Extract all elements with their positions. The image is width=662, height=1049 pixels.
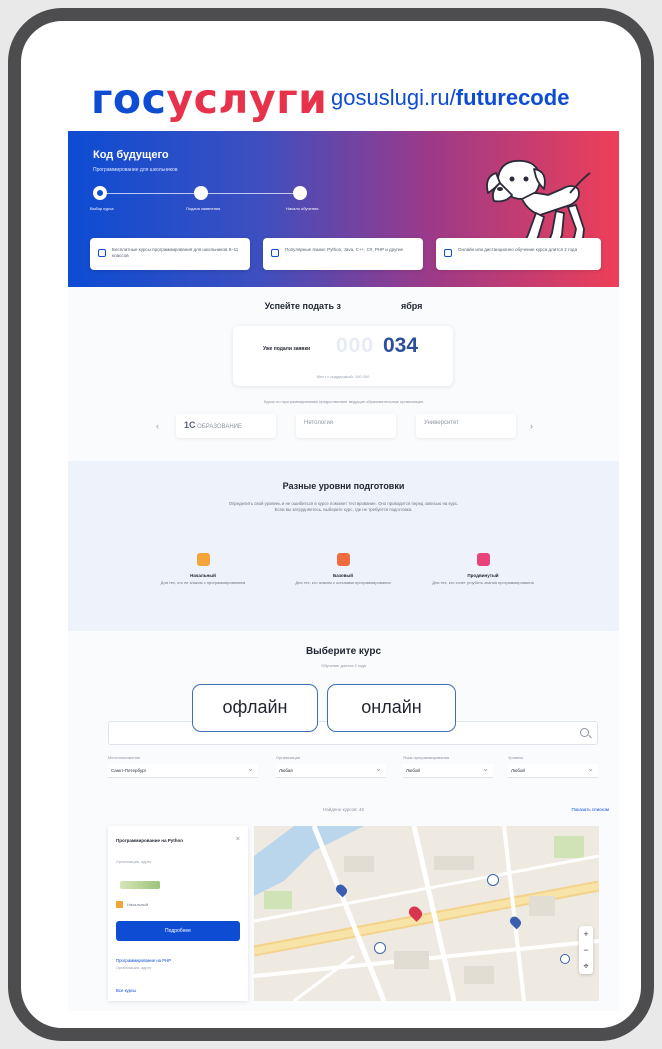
deadline-title: Успейте подать з ября (264, 301, 423, 311)
online-mode-button[interactable]: онлайн (327, 684, 456, 732)
website-screenshot: Код будущего Программирование для школьн… (68, 131, 619, 1011)
level-advanced-icon (476, 553, 490, 566)
level-advanced: Продвинутый Для тех, кто хочет углубить … (428, 553, 538, 585)
partners-next-arrow[interactable]: › (530, 421, 533, 431)
step-1-label: Выбор курса (90, 206, 114, 211)
courses-map[interactable]: + − ⌖ (254, 826, 599, 1001)
all-courses-link[interactable]: Все курсы (116, 988, 136, 993)
course-result-card: Программирование на Python × Организация… (108, 826, 248, 1001)
partners-carousel: 1С ОБРАЗОВАНИЕ Нетология Университет (166, 414, 526, 440)
levels-title: Разные уровни подготовки (282, 481, 405, 491)
level-basic-icon (336, 553, 350, 566)
level-beginner: Начальный Для тех, кто не знаком с прогр… (148, 553, 258, 585)
level-beginner-icon (196, 553, 210, 566)
feature-card-3: Онлайн или дистанционно обучение курса д… (436, 238, 601, 270)
device-frame: госуслуги gosuslugi.ru/futurecode Код бу… (8, 8, 654, 1041)
step-2-label: Подача заявления (186, 206, 221, 211)
hero-subtitle: Программирование для школьников (93, 167, 178, 173)
partner-logo-3[interactable]: Университет (416, 414, 516, 438)
filter-organization[interactable]: Организация Любая (276, 755, 386, 778)
show-list-link[interactable]: Показать списком (572, 807, 609, 812)
book-icon (271, 249, 279, 257)
course-title: Выберите курс (305, 646, 382, 657)
course-details-button[interactable]: Подробнее (116, 921, 240, 941)
feature-card-2: Популярные языки: Python, Java, C++, C#,… (263, 238, 423, 270)
gosuslugi-logo: госуслуги (91, 75, 328, 123)
map-zoom-controls[interactable]: + − ⌖ (579, 926, 593, 974)
step-3-label: Начало обучения (286, 206, 319, 211)
step-2-marker (194, 186, 208, 200)
filter-location[interactable]: Местоположение Санкт-Петербург (108, 755, 258, 778)
level-badge-icon (116, 901, 123, 908)
partner-logo-2[interactable]: Нетология (296, 414, 396, 438)
application-counter: Уже подали заявки 000 034 Мест с поддерж… (233, 326, 453, 386)
filter-level[interactable]: Уровень Любой (508, 755, 598, 778)
feature-card-1: Бесплатные курсы программирования для шк… (90, 238, 250, 270)
partners-note: Курсы по программированию предоставляют … (263, 399, 424, 404)
promo-url[interactable]: gosuslugi.ru/futurecode (331, 85, 569, 111)
map-canvas (254, 826, 599, 1001)
filter-language[interactable]: Язык программирования Любой (403, 755, 493, 778)
hero-title: Код будущего (93, 149, 169, 161)
level-basic: Базовый Для тех, кто знаком с основами п… (288, 553, 398, 585)
levels-description: Определить свой уровень и не ошибиться в… (228, 501, 459, 512)
organization-logo (120, 881, 160, 889)
clock-icon (444, 249, 452, 257)
levels-section: Разные уровни подготовки Определить свой… (68, 461, 619, 631)
counter-value: 034 (383, 334, 419, 357)
found-count: Найдено курсов: 46 (322, 807, 365, 812)
offline-mode-button[interactable]: офлайн (192, 684, 318, 732)
map-cluster-icon[interactable] (487, 874, 499, 886)
close-icon[interactable]: × (236, 836, 240, 843)
map-cluster-icon[interactable] (374, 942, 386, 954)
code-icon (98, 249, 106, 257)
brand-header: госуслуги gosuslugi.ru/futurecode (79, 69, 639, 129)
step-1-marker (93, 186, 107, 200)
second-course-link[interactable]: Программирование на PHP (116, 958, 171, 963)
course-subtitle: Обучение длится 2 года (321, 663, 366, 668)
partners-prev-arrow[interactable]: ‹ (156, 421, 159, 431)
partner-logo-1[interactable]: 1С ОБРАЗОВАНИЕ (176, 414, 276, 438)
map-cluster-icon[interactable] (560, 954, 570, 964)
step-3-marker (293, 186, 307, 200)
search-icon (580, 728, 589, 737)
